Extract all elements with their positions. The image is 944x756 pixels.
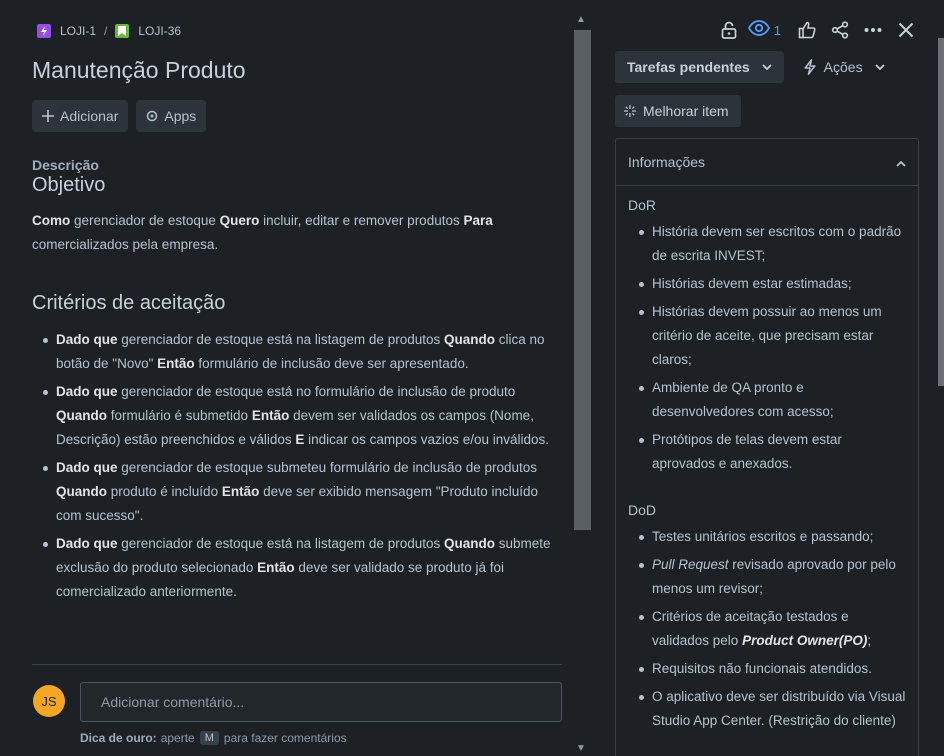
plus-icon <box>42 110 54 122</box>
divider <box>32 664 562 665</box>
issue-action-buttons: Adicionar Apps <box>32 100 207 132</box>
eye-icon <box>747 19 770 41</box>
issue-toolbar: 1 <box>710 17 920 43</box>
add-button-label: Adicionar <box>60 108 119 124</box>
chevron-up-icon[interactable] <box>896 154 906 170</box>
actions-label: Ações <box>823 59 863 75</box>
list-item: Dado que gerenciador de estoque está na … <box>32 532 552 604</box>
description-section[interactable]: Descrição Objetivo Como gerenciador de e… <box>32 157 552 608</box>
breadcrumb-separator: / <box>104 24 108 38</box>
list-item: Dado que gerenciador de estoque está na … <box>32 328 552 376</box>
list-item: Requisitos não funcionais atendidos. <box>628 657 906 681</box>
scrollbar[interactable]: ▲ ▼ <box>573 12 592 756</box>
acceptance-criteria-list: Dado que gerenciador de estoque está na … <box>32 328 552 604</box>
keyboard-key: M <box>199 731 219 745</box>
list-item: Ambiente de QA pronto e desenvolvedores … <box>628 376 906 424</box>
status-dropdown[interactable]: Tarefas pendentes <box>615 51 784 83</box>
tip-pre: aperte <box>160 731 195 745</box>
scroll-up-icon[interactable]: ▲ <box>576 14 586 25</box>
issue-title[interactable]: Manutenção Produto <box>32 57 246 84</box>
status-label: Tarefas pendentes <box>627 59 750 75</box>
apps-icon <box>146 110 158 122</box>
acceptance-criteria-heading: Critérios de aceitação <box>32 292 226 314</box>
chevron-down-icon <box>874 64 885 70</box>
actions-dropdown[interactable]: Ações <box>804 51 885 83</box>
list-item: Dado que gerenciador de estoque está no … <box>32 380 552 452</box>
issue-main-pane: LOJI-1 / LOJI-36 Manutenção Produto Adic… <box>0 0 592 756</box>
list-item: Histórias devem estar estimadas; <box>628 272 906 296</box>
dod-list: Testes unitários escritos e passando; Pu… <box>628 525 906 733</box>
add-button[interactable]: Adicionar <box>32 100 129 132</box>
watch-button[interactable]: 1 <box>747 19 781 41</box>
list-item: Pull Request revisado aprovado por pelo … <box>628 553 906 601</box>
info-panel-header[interactable]: Informações <box>616 139 918 186</box>
list-item: História devem ser escritos com o padrão… <box>628 220 906 268</box>
dod-label: DoD <box>628 502 657 518</box>
breadcrumb: LOJI-1 / LOJI-36 <box>37 22 181 40</box>
avatar[interactable]: JS <box>33 685 65 717</box>
list-item: Testes unitários escritos e passando; <box>628 525 906 549</box>
dor-label: DoR <box>628 197 657 213</box>
comment-tip: Dica de ouro: aperte M para fazer coment… <box>80 731 347 745</box>
dor-list: História devem ser escritos com o padrão… <box>628 220 906 476</box>
thumbs-up-icon[interactable] <box>793 17 821 43</box>
scrollbar-thumb[interactable] <box>938 38 944 386</box>
epic-icon <box>37 24 51 38</box>
list-item: O aplicativo deve ser distribuído via Vi… <box>628 685 906 733</box>
info-panel: Informações DoR História devem ser escri… <box>615 138 919 756</box>
info-panel-title: Informações <box>628 154 706 170</box>
objective-paragraph: Como gerenciador de estoque Quero inclui… <box>32 213 493 252</box>
list-item: Protótipos de telas devem estar aprovado… <box>628 428 906 476</box>
apps-button-label: Apps <box>164 108 197 124</box>
status-row: Tarefas pendentes Ações <box>615 51 885 83</box>
apps-button[interactable]: Apps <box>136 100 207 132</box>
breadcrumb-parent-link[interactable]: LOJI-1 <box>60 24 96 38</box>
chevron-down-icon <box>762 64 772 70</box>
comment-input[interactable]: Adicionar comentário... <box>80 682 562 722</box>
more-icon[interactable] <box>859 17 887 43</box>
share-icon[interactable] <box>826 17 854 43</box>
watchers-count: 1 <box>773 22 781 38</box>
objective-heading: Objetivo <box>32 174 106 196</box>
tip-post: para fazer comentários <box>223 731 347 745</box>
improve-item-button[interactable]: Melhorar item <box>615 95 741 127</box>
list-item: Critérios de aceitação testados e valida… <box>628 605 906 653</box>
improve-item-label: Melhorar item <box>643 103 729 119</box>
unlock-icon[interactable] <box>715 17 743 43</box>
sparkle-icon <box>623 104 637 118</box>
breadcrumb-issue-link[interactable]: LOJI-36 <box>138 24 181 38</box>
scroll-down-icon[interactable]: ▼ <box>576 743 586 754</box>
info-panel-body[interactable]: DoR História devem ser escritos com o pa… <box>616 186 918 733</box>
story-icon <box>115 24 130 38</box>
description-label: Descrição <box>32 157 99 173</box>
list-item: Dado que gerenciador de estoque submeteu… <box>32 456 552 528</box>
close-icon[interactable] <box>892 17 920 43</box>
lightning-icon <box>804 59 816 75</box>
tip-bold: Dica de ouro: <box>80 731 157 745</box>
scrollbar-thumb[interactable] <box>574 30 591 530</box>
list-item: Histórias devem possuir ao menos um crit… <box>628 300 906 372</box>
